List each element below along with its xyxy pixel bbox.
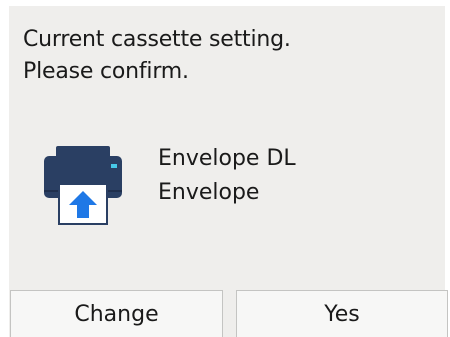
paper-info: Envelope DL Envelope xyxy=(158,142,296,210)
printer-cassette-icon xyxy=(41,142,131,232)
change-button[interactable]: Change xyxy=(10,290,223,337)
dialog-message: Current cassette setting. Please confirm… xyxy=(23,24,291,88)
screen: Current cassette setting. Please confirm… xyxy=(0,0,450,337)
paper-size: Envelope DL xyxy=(158,146,296,171)
paper-type: Envelope xyxy=(158,180,260,205)
yes-button[interactable]: Yes xyxy=(236,290,448,337)
message-line-2: Please confirm. xyxy=(23,59,189,84)
message-line-1: Current cassette setting. xyxy=(23,27,291,52)
